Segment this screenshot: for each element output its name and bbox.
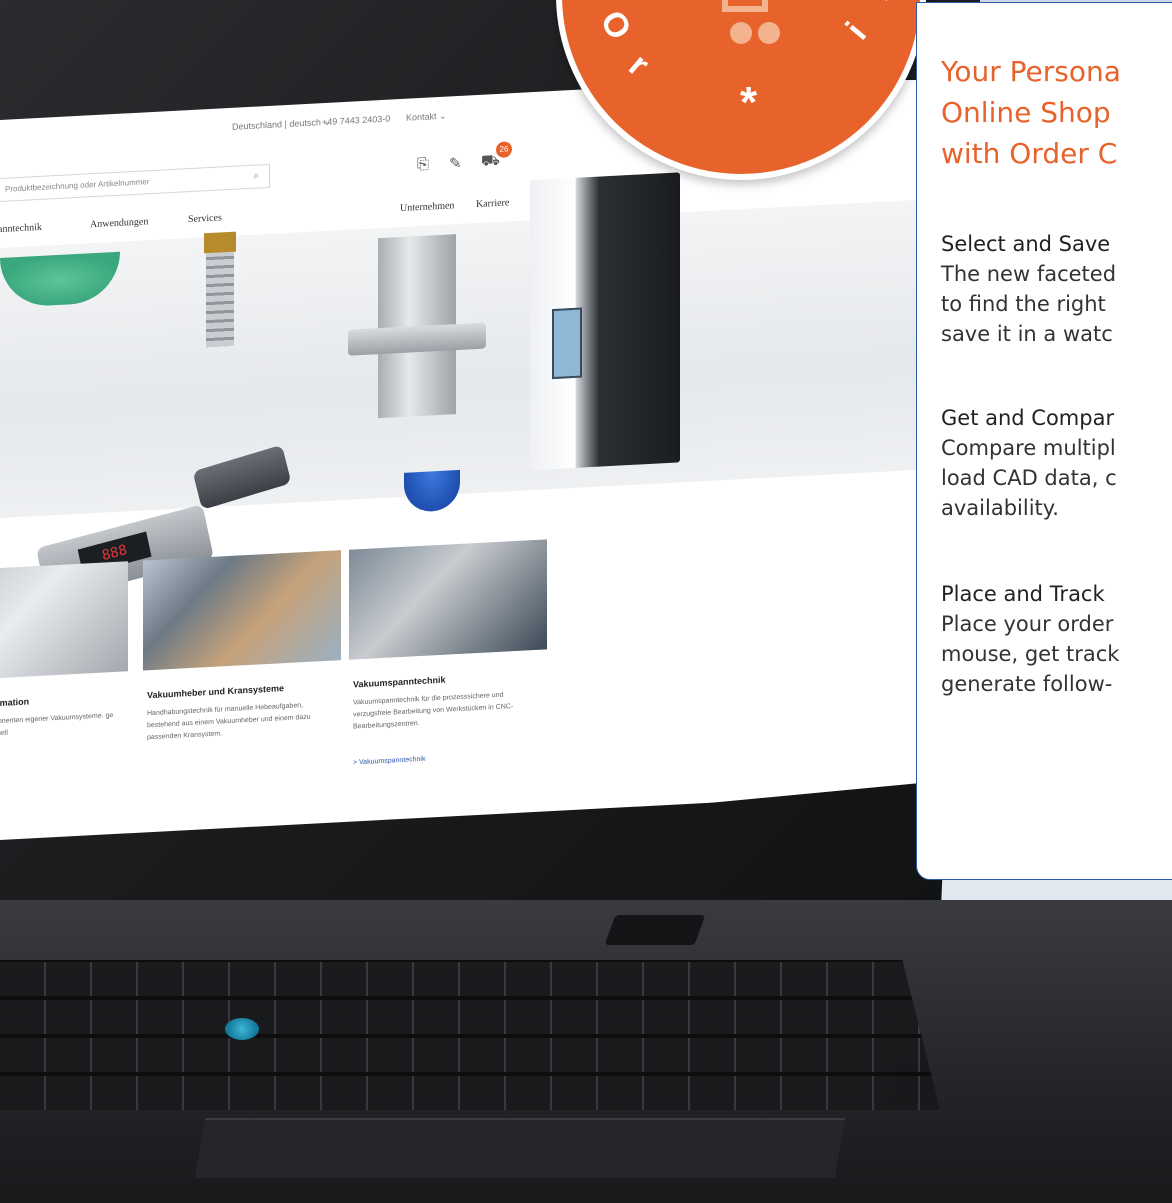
section-line: availability. bbox=[941, 496, 1059, 520]
panel-title: Your Persona Online Shop with Order C bbox=[941, 51, 1172, 174]
card-image bbox=[143, 550, 341, 671]
laptop-screen: Deutschland | deutsch ⌄ +49 7443 2403-0 … bbox=[0, 80, 960, 870]
pressure-sensor bbox=[192, 444, 292, 510]
info-panel: Your Persona Online Shop with Order C Se… bbox=[916, 2, 1172, 880]
section-line: mouse, get track bbox=[941, 642, 1120, 666]
section-select-and-save: Select and Save The new faceted to find … bbox=[941, 229, 1172, 349]
section-heading: Select and Save bbox=[941, 232, 1111, 256]
cart-icon bbox=[722, 0, 768, 12]
section-get-and-compare: Get and Compar Compare multipl load CAD … bbox=[941, 403, 1172, 523]
card-title: Vakuumheber und Kransysteme bbox=[147, 683, 285, 701]
section-heading: Place and Track bbox=[941, 582, 1105, 606]
nav-item-karriere[interactable]: Karriere bbox=[476, 197, 509, 210]
cart-wheel-icon bbox=[730, 22, 752, 44]
nav-item-services[interactable]: Services bbox=[188, 212, 222, 225]
card-link[interactable]: > Vakuumspanntechnik bbox=[353, 756, 425, 767]
section-line: Compare multipl bbox=[941, 436, 1116, 460]
section-line: save it in a watc bbox=[941, 322, 1113, 346]
badge-letter: M bbox=[859, 0, 906, 7]
search-icon[interactable]: ⌕ bbox=[253, 170, 259, 181]
cart-wheel-icon bbox=[758, 22, 780, 44]
search-placeholder: Produktbezeichnung oder Artikelnummer bbox=[5, 177, 150, 194]
card-image bbox=[0, 561, 128, 682]
badge-star: * bbox=[740, 78, 758, 127]
card-vakuumheber[interactable]: Vakuumheber und Kransysteme Handhabungst… bbox=[143, 550, 341, 790]
section-line: generate follow- bbox=[941, 672, 1113, 696]
card-image bbox=[349, 539, 547, 660]
nav-item-unternehmen[interactable]: Unternehmen bbox=[400, 200, 454, 214]
panel-title-line: Online Shop bbox=[941, 96, 1111, 129]
section-line: load CAD data, c bbox=[941, 466, 1117, 490]
section-line: Place your order bbox=[941, 612, 1114, 636]
card-description: Vakuumspanntechnik für die prozesssicher… bbox=[353, 691, 514, 731]
controller-display bbox=[552, 307, 582, 380]
card-description: Handhabungstechnik für manuelle Hebeaufg… bbox=[147, 702, 311, 742]
nav-item-spanntechnik[interactable]: anntechnik bbox=[0, 222, 42, 235]
section-place-and-track: Place and Track Place your order mouse, … bbox=[941, 579, 1172, 699]
badge-letter: O bbox=[592, 4, 639, 47]
section-body: The new faceted to find the right save i… bbox=[941, 259, 1172, 349]
card-automation[interactable]: nik für die Automation t an einzelnen Ko… bbox=[0, 561, 128, 801]
panel-title-line: Your Persona bbox=[941, 55, 1121, 88]
green-suction-cup bbox=[0, 251, 120, 308]
laptop-hinge bbox=[604, 915, 706, 945]
country-language-selector[interactable]: Deutschland | deutsch ⌄ bbox=[232, 117, 331, 133]
website-viewport: Deutschland | deutsch ⌄ +49 7443 2403-0 … bbox=[0, 80, 945, 840]
blue-suction-cup bbox=[404, 469, 460, 513]
card-title: Vakuumspanntechnik bbox=[353, 674, 446, 690]
badge-letter: r bbox=[621, 46, 657, 84]
section-body: Compare multipl load CAD data, c availab… bbox=[941, 433, 1172, 523]
category-cards: nik für die Automation t an einzelnen Ko… bbox=[0, 518, 945, 798]
card-vakuumspanntechnik[interactable]: Vakuumspanntechnik Vakuumspanntechnik fü… bbox=[349, 539, 547, 779]
spring-cap bbox=[204, 231, 236, 254]
badge-letter: i bbox=[838, 15, 874, 48]
cylinder-flange bbox=[348, 322, 486, 356]
section-heading: Get and Compar bbox=[941, 406, 1115, 430]
contact-menu[interactable]: Kontakt ⌄ bbox=[406, 111, 447, 124]
section-line: The new faceted bbox=[941, 262, 1117, 286]
nav-item-anwendungen[interactable]: Anwendungen bbox=[90, 216, 148, 230]
panel-title-line: with Order C bbox=[941, 137, 1118, 170]
keyboard-rows bbox=[0, 960, 940, 1110]
search-input[interactable]: Produktbezeichnung oder Artikelnummer ⌕ bbox=[0, 163, 270, 203]
hero-slider[interactable]: 888 bbox=[0, 172, 945, 618]
section-body: Place your order mouse, get track genera… bbox=[941, 609, 1172, 699]
section-line: to find the right bbox=[941, 292, 1106, 316]
card-description: t an einzelnen Komponenten eigener Vakuu… bbox=[0, 712, 114, 740]
notepad-icon[interactable]: ✎ bbox=[449, 154, 462, 173]
trackpoint-icon bbox=[225, 1018, 259, 1040]
phone-number[interactable]: +49 7443 2403-0 bbox=[322, 114, 390, 128]
laptop-touchpad bbox=[194, 1118, 846, 1178]
card-title: nik für die Automation bbox=[0, 696, 30, 711]
user-icon[interactable]: ⎘ bbox=[417, 156, 429, 174]
